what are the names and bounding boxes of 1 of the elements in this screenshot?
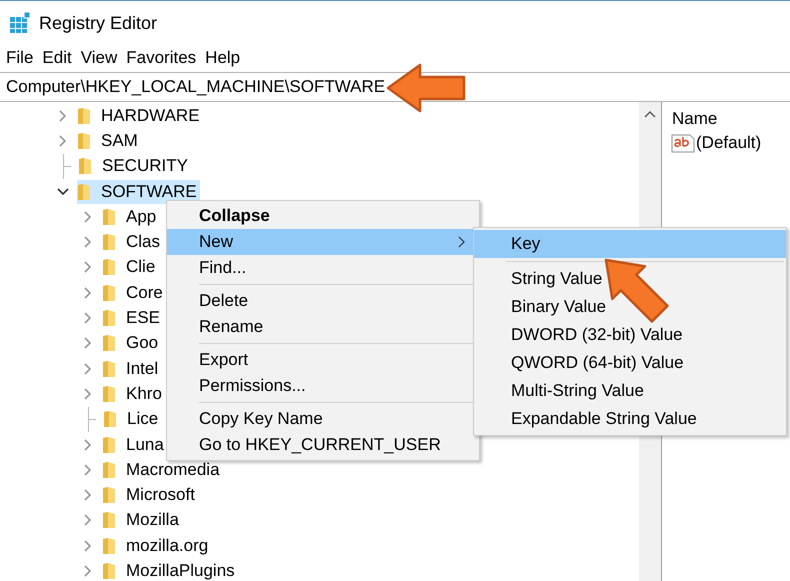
window-title: Registry Editor [39,12,158,34]
